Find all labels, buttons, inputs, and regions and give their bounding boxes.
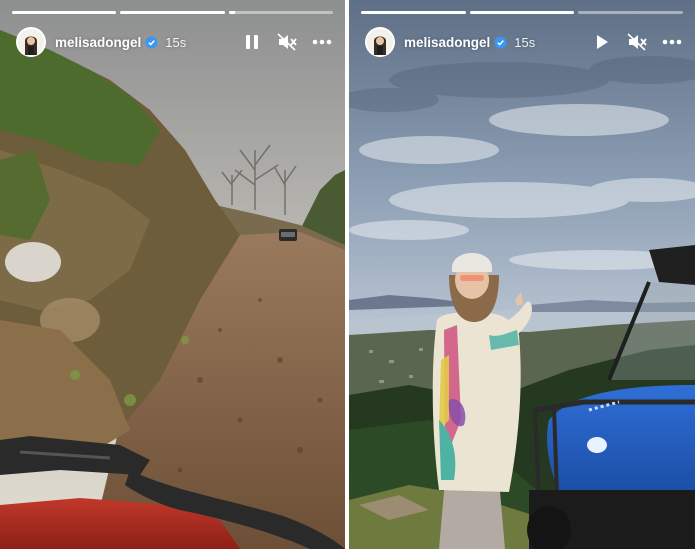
pause-icon <box>246 35 258 49</box>
more-icon <box>312 39 332 45</box>
progress-segment <box>120 11 225 14</box>
progress-segment <box>228 11 333 14</box>
story-timestamp: 15s <box>514 34 536 50</box>
story-photo-trail <box>0 0 345 549</box>
muted-icon <box>277 33 297 51</box>
play-button[interactable] <box>591 31 613 53</box>
more-icon <box>662 39 682 45</box>
story-photo-viewpoint <box>349 0 695 549</box>
username[interactable]: melisadongel <box>55 35 141 50</box>
username[interactable]: melisadongel <box>404 35 490 50</box>
avatar-portrait-icon <box>367 29 393 55</box>
more-options-button[interactable] <box>311 31 333 53</box>
progress-segment <box>469 11 575 14</box>
more-options-button[interactable] <box>661 31 683 53</box>
story-left[interactable]: melisadongel 15s <box>0 0 345 549</box>
mute-button[interactable] <box>276 31 298 53</box>
story-header: melisadongel 15s <box>365 26 683 58</box>
avatar-portrait-icon <box>18 29 44 55</box>
story-progress <box>361 11 684 14</box>
muted-icon <box>627 33 647 51</box>
story-right[interactable]: melisadongel 15s <box>349 0 695 549</box>
verified-badge-icon <box>494 35 507 49</box>
mute-button[interactable] <box>626 31 648 53</box>
pause-button[interactable] <box>241 31 263 53</box>
verified-badge-icon <box>145 35 158 49</box>
progress-segment <box>578 11 684 14</box>
avatar[interactable] <box>16 27 46 57</box>
story-progress <box>12 11 333 14</box>
progress-segment <box>12 11 117 14</box>
play-icon <box>597 35 608 49</box>
story-timestamp: 15s <box>165 34 187 50</box>
progress-segment <box>361 11 466 14</box>
story-header: melisadongel 15s <box>16 26 333 58</box>
avatar[interactable] <box>365 27 395 57</box>
